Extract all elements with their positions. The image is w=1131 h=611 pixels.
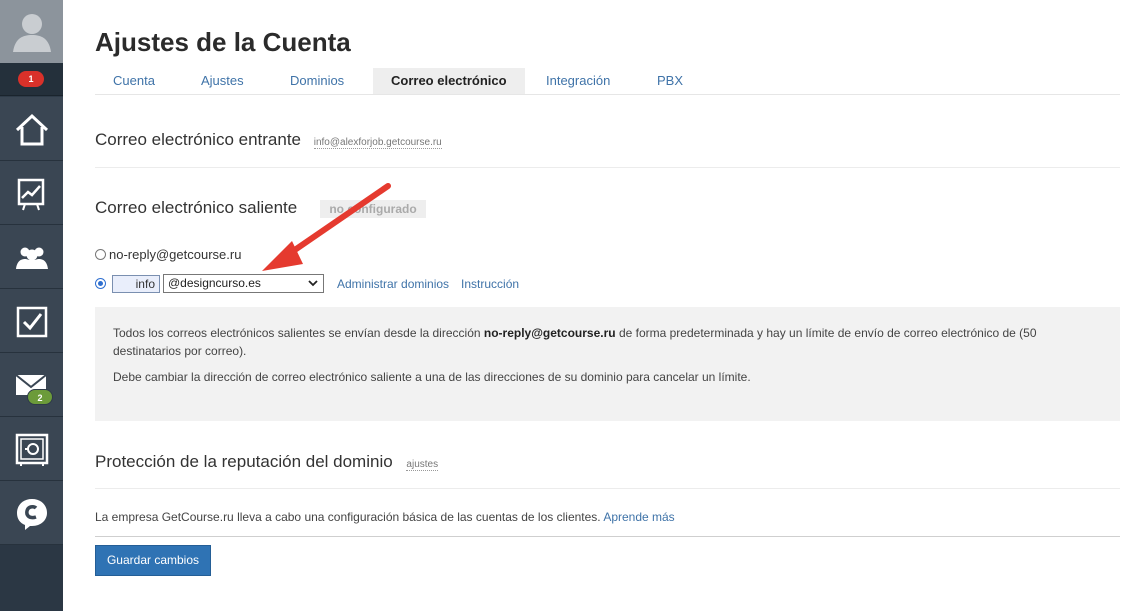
sidebar-item-analytics[interactable] <box>0 161 63 225</box>
avatar[interactable] <box>0 0 63 63</box>
domain-select-value: @designcurso.es <box>168 276 261 290</box>
info-line-2: Debe cambiar la dirección de correo elec… <box>113 370 751 384</box>
chat-icon <box>17 499 47 530</box>
reputation-settings-link[interactable]: ajustes <box>406 459 439 471</box>
radio-default-address[interactable] <box>95 249 106 260</box>
sidebar-item-chat[interactable] <box>0 481 63 545</box>
incoming-email-title: Correo electrónico entrante <box>95 130 302 149</box>
home-icon <box>15 113 49 146</box>
tab-dominios[interactable]: Dominios <box>272 68 362 94</box>
divider <box>95 167 1120 168</box>
outgoing-status-badge: no configurado <box>320 200 426 218</box>
save-button[interactable]: Guardar cambios <box>95 545 211 576</box>
safe-icon <box>15 433 49 466</box>
instructions-link[interactable]: Instrucción <box>461 277 519 291</box>
radio-custom-address[interactable] <box>95 278 106 289</box>
sidebar-item-home[interactable] <box>0 97 63 161</box>
radio-default-address-row[interactable]: no-reply@getcourse.ru <box>95 247 241 262</box>
radio-default-address-label[interactable]: no-reply@getcourse.ru <box>109 247 241 262</box>
user-avatar-icon <box>13 14 51 52</box>
sidebar-item-messages[interactable]: 2 <box>0 353 63 417</box>
radio-custom-address-row: info @designcurso.es Administrar dominio… <box>95 274 519 293</box>
local-part-input[interactable]: info <box>112 274 160 293</box>
page-title: Ajustes de la Cuenta <box>95 27 351 57</box>
domain-select[interactable]: @designcurso.es <box>163 274 324 293</box>
sidebar: 1 2 <box>0 0 63 611</box>
tab-cuenta[interactable]: Cuenta <box>95 68 173 94</box>
tab-integracion[interactable]: Integración <box>528 68 628 94</box>
reputation-section: Protección de la reputación del dominio … <box>95 452 439 472</box>
incoming-email-section: Correo electrónico entrante info@alexfor… <box>95 130 442 150</box>
divider <box>95 536 1120 537</box>
chart-icon <box>17 178 45 211</box>
users-icon <box>16 247 48 269</box>
reputation-title: Protección de la reputación del dominio <box>95 452 393 471</box>
info-box: Todos los correos electrónicos salientes… <box>95 307 1120 421</box>
sidebar-item-safe[interactable] <box>0 417 63 481</box>
manage-domains-link[interactable]: Administrar dominios <box>337 277 449 291</box>
sidebar-footer <box>0 545 63 611</box>
info-default-address: no-reply@getcourse.ru <box>483 326 616 340</box>
info-line-1: Todos los correos electrónicos salientes… <box>113 324 1102 360</box>
tab-bar: Cuenta Ajustes Dominios Correo electróni… <box>95 68 1120 95</box>
footer-note-text: La empresa GetCourse.ru lleva a cabo una… <box>95 510 604 524</box>
sidebar-item-tasks[interactable] <box>0 289 63 353</box>
sidebar-item-users[interactable] <box>0 225 63 289</box>
notifications-badge: 1 <box>18 71 44 87</box>
tasks-icon <box>16 306 48 338</box>
tab-ajustes[interactable]: Ajustes <box>183 68 262 94</box>
info-line-1-prefix: Todos los correos electrónicos salientes… <box>113 326 484 340</box>
incoming-email-address[interactable]: info@alexforjob.getcourse.ru <box>313 137 442 149</box>
divider <box>95 488 1120 489</box>
tab-pbx[interactable]: PBX <box>639 68 701 94</box>
footer-note: La empresa GetCourse.ru lleva a cabo una… <box>95 510 675 524</box>
notifications-row[interactable]: 1 <box>0 63 63 96</box>
chevron-down-icon <box>308 280 318 287</box>
learn-more-link[interactable]: Aprende más <box>603 510 674 524</box>
outgoing-email-title: Correo electrónico saliente <box>95 198 298 217</box>
tab-correo-electronico[interactable]: Correo electrónico <box>373 68 525 94</box>
messages-badge: 2 <box>27 389 53 405</box>
